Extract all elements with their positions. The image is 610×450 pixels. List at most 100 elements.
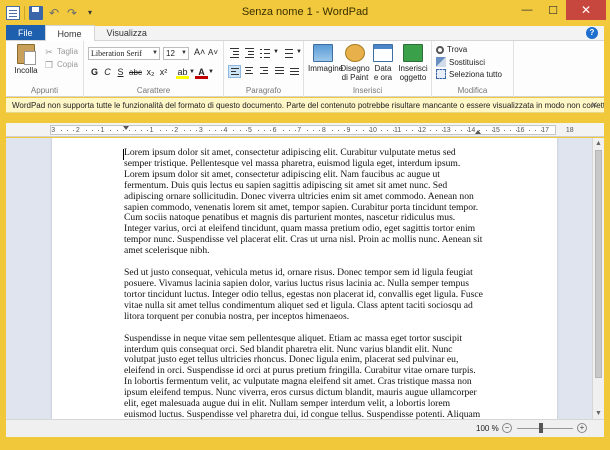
document-area[interactable]: Lorem ipsum dolor sit amet, consectetur …: [6, 138, 592, 419]
ruler-tick: [245, 130, 247, 131]
compatibility-warning-bar: WordPad non supporta tutte le funzionali…: [6, 98, 604, 113]
paragraph[interactable]: Lorem ipsum dolor sit amet, consectetur …: [124, 147, 484, 257]
replace-icon: [436, 57, 446, 67]
paste-button[interactable]: Incolla: [12, 44, 40, 84]
ruler-tick: [122, 130, 124, 131]
font-format-row: G C S abc x₂ x² ab ▼ A ▼: [88, 66, 214, 79]
paragraph-settings-button[interactable]: [288, 65, 301, 78]
ruler-tick: [141, 130, 143, 131]
ruler-tick: [264, 130, 266, 131]
scroll-down-icon[interactable]: ▼: [593, 410, 604, 417]
ruler-tick: [368, 130, 370, 131]
close-button[interactable]: ✕: [566, 0, 606, 20]
zoom-slider-thumb[interactable]: [539, 423, 543, 433]
window-controls: — ☐ ✕: [514, 0, 606, 20]
copy-icon: ❐: [44, 59, 54, 70]
line-spacing-button[interactable]: [281, 46, 294, 59]
chevron-down-icon[interactable]: ▼: [296, 46, 302, 59]
ruler-tick: [147, 130, 149, 131]
ruler-tick: [257, 130, 259, 131]
chevron-down-icon[interactable]: ▼: [273, 46, 279, 59]
paragraph[interactable]: Sed ut justo consequat, vehicula metus i…: [124, 267, 484, 323]
ruler-tick: [503, 130, 505, 131]
title-bar[interactable]: ↶ ↷ ▾ Senza nome 1 - WordPad — ☐ ✕: [0, 0, 610, 26]
tab-view[interactable]: Visualizza: [95, 25, 159, 40]
decrease-indent-button[interactable]: [228, 46, 241, 59]
zoom-level: 100 %: [476, 424, 499, 433]
ruler-track[interactable]: 3 2 1 1 2 3 4 5 6 7 8 9 10 11 12 13 14 15 16 17 18: [50, 125, 574, 135]
help-icon[interactable]: ?: [586, 27, 598, 39]
group-edit: Trova Sostituisci Seleziona tutto Modifi…: [432, 41, 514, 97]
grow-font-button[interactable]: A˄: [194, 47, 205, 57]
shrink-font-button[interactable]: A˅: [208, 48, 218, 57]
ruler-tick: [171, 130, 173, 131]
insert-object-button[interactable]: Inserisci oggetto: [398, 44, 428, 82]
paint-drawing-label: Disegno di Paint: [340, 64, 370, 82]
align-left-button[interactable]: [228, 65, 241, 78]
subscript-button[interactable]: x₂: [144, 66, 157, 79]
ruler-tick: [221, 130, 223, 131]
superscript-button[interactable]: x²: [157, 66, 170, 79]
vertical-scrollbar[interactable]: ▲ ▼: [592, 138, 604, 419]
ruler-tick: [491, 130, 493, 131]
align-right-button[interactable]: [258, 65, 271, 78]
select-all-label: Seleziona tutto: [449, 69, 502, 79]
zoom-slider[interactable]: [517, 428, 573, 429]
ruler-tick: [442, 130, 444, 131]
ruler-tick: [411, 130, 413, 131]
find-button[interactable]: Trova: [436, 45, 467, 54]
ruler-tick: [454, 130, 456, 131]
ruler-tick: [516, 130, 518, 131]
chevron-down-icon: ▼: [152, 50, 158, 56]
ruler-tick: [239, 130, 241, 131]
underline-button[interactable]: S: [114, 66, 127, 79]
align-center-button[interactable]: [243, 65, 256, 78]
maximize-button[interactable]: ☐: [540, 0, 566, 20]
cut-button[interactable]: ✂ Taglia: [44, 45, 78, 58]
status-bar: 100 % − +: [6, 419, 604, 437]
chevron-down-icon[interactable]: ▼: [208, 66, 214, 79]
group-font: Liberation Serif ▼ 12 ▼ A˄ A˅ G C S abc …: [84, 41, 224, 97]
zoom-in-button[interactable]: +: [577, 423, 587, 433]
document-text[interactable]: Lorem ipsum dolor sit amet, consectetur …: [124, 147, 484, 419]
zoom-out-button[interactable]: −: [502, 423, 512, 433]
bullet-list-button[interactable]: [258, 46, 271, 59]
bold-button[interactable]: G: [88, 66, 101, 79]
tab-home[interactable]: Home: [44, 25, 95, 41]
ruler-number: 3: [51, 127, 56, 134]
select-all-button[interactable]: Seleziona tutto: [436, 69, 502, 79]
font-size-dropdown[interactable]: 12 ▼: [163, 47, 189, 60]
italic-button[interactable]: C: [101, 66, 114, 79]
insert-object-label: Inserisci oggetto: [398, 64, 428, 82]
strikethrough-button[interactable]: abc: [127, 66, 144, 79]
font-color-button[interactable]: A: [195, 66, 208, 79]
chevron-down-icon: ▼: [181, 50, 187, 56]
ruler-tick: [116, 130, 118, 131]
paint-drawing-button[interactable]: Disegno di Paint: [340, 44, 370, 82]
date-time-button[interactable]: Data e ora: [372, 44, 394, 82]
paragraph[interactable]: Suspendisse in neque vitae sem pellentes…: [124, 333, 484, 419]
ruler[interactable]: 3 2 1 1 2 3 4 5 6 7 8 9 10 11 12 13 14 15 16 17 18: [6, 123, 604, 137]
ruler-tick: [337, 130, 339, 131]
binoculars-icon: [436, 45, 444, 54]
group-label-paragraph: Paragrafo: [245, 86, 282, 95]
group-label-font: Carattere: [136, 86, 171, 95]
scroll-up-icon[interactable]: ▲: [593, 140, 604, 147]
document-page[interactable]: Lorem ipsum dolor sit amet, consectetur …: [52, 138, 557, 419]
font-family-dropdown[interactable]: Liberation Serif ▼: [88, 47, 160, 60]
ruler-tick: [294, 130, 296, 131]
replace-button[interactable]: Sostituisci: [436, 57, 485, 67]
tab-file[interactable]: File: [6, 25, 45, 40]
minimize-button[interactable]: —: [514, 0, 540, 20]
copy-button[interactable]: ❐ Copia: [44, 58, 78, 71]
scrollbar-thumb[interactable]: [595, 150, 602, 378]
ruler-tick: [67, 130, 69, 131]
close-icon[interactable]: ✕: [590, 100, 598, 111]
increase-indent-button[interactable]: [243, 46, 256, 59]
ruler-tick: [479, 130, 481, 131]
justify-button[interactable]: [273, 65, 286, 78]
group-label-clipboard: Appunti: [30, 86, 59, 95]
highlight-color-button[interactable]: ab: [176, 66, 189, 79]
insert-picture-button[interactable]: Immagine: [308, 44, 343, 73]
ruler-tick: [128, 130, 130, 131]
